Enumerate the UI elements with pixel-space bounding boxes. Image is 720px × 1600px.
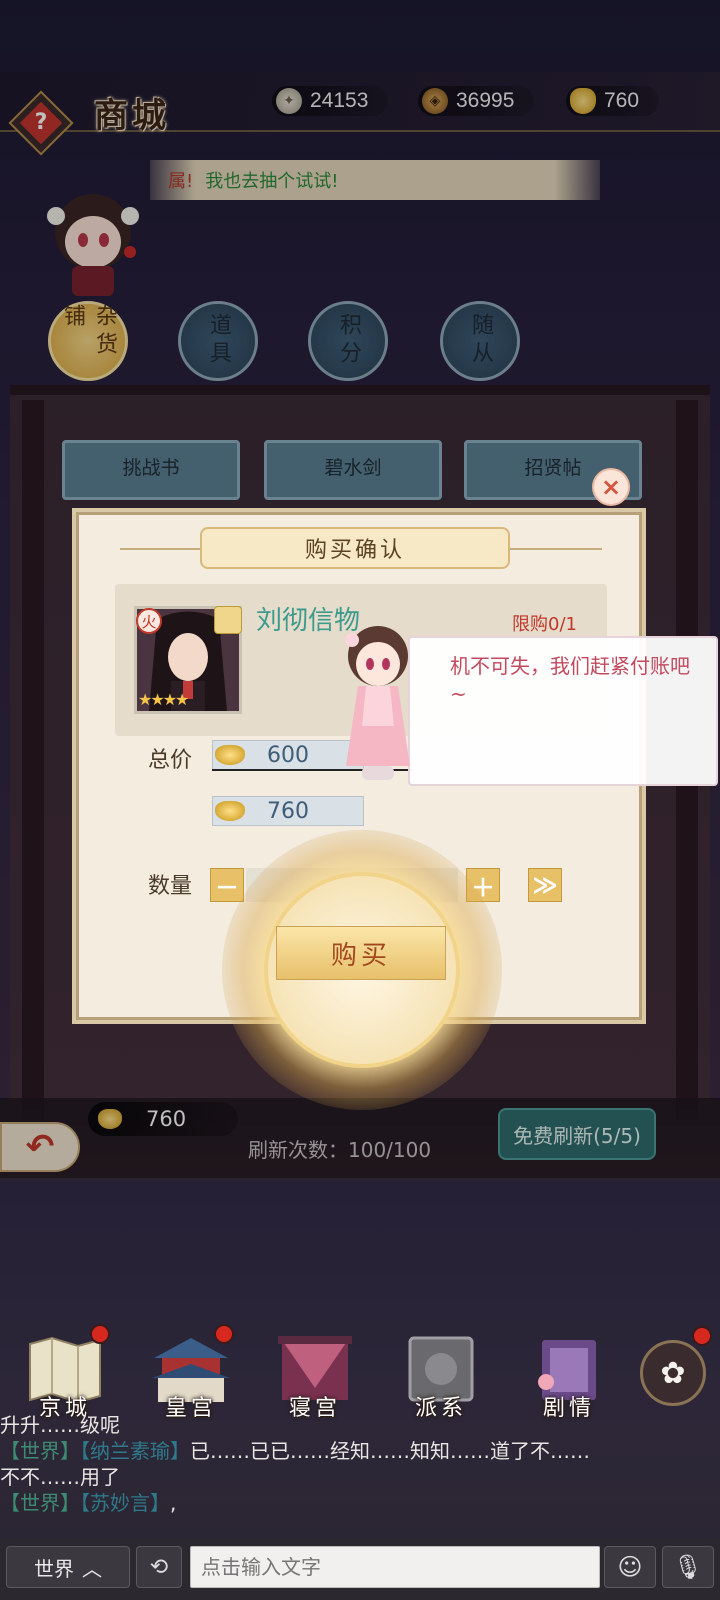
chat-line: 【世界】【苏妙言】, (0, 1490, 720, 1516)
current-price: 760 (212, 796, 364, 826)
purchase-limit: 限购0/1 (512, 614, 577, 635)
current-price-value: 760 (267, 798, 309, 824)
history-button[interactable]: ⟲ (136, 1546, 182, 1588)
microphone-icon: 🎙 (672, 1553, 704, 1581)
chat-message: 不不……用了 (0, 1465, 120, 1489)
close-button[interactable]: × (592, 468, 630, 506)
flower-menu-button[interactable]: ✿ (640, 1340, 706, 1406)
chat-log: 升升……级呢 【世界】【纳兰素瑜】已……已已……经知……知知……道了不…… 不不… (0, 1412, 720, 1534)
nav-faction[interactable]: 派系 (386, 1326, 496, 1422)
chat-line: 不不……用了 (0, 1464, 720, 1490)
quantity-label: 数量 (148, 874, 193, 899)
original-price-value: 600 (267, 742, 309, 768)
title-divider (506, 548, 602, 550)
speech-text: 机不可失，我们赶紧付账吧~ (450, 654, 690, 706)
chat-sender[interactable]: 【纳兰素瑜】 (80, 1439, 190, 1463)
max-quantity-button[interactable]: ≫ (528, 868, 562, 902)
emoji-icon: ☺ (617, 1553, 643, 1581)
title-divider (120, 548, 204, 550)
dialog-title: 购买确认 (200, 527, 510, 569)
puzzle-piece-icon (214, 606, 242, 634)
chat-line: 升升……级呢 (0, 1412, 720, 1438)
chat-line: 【世界】【纳兰素瑜】已……已已……经知……知知……道了不…… (0, 1438, 720, 1464)
buy-button[interactable]: 购买 (276, 926, 446, 980)
element-badge: 火 (136, 608, 162, 634)
channel-label: 世界 (34, 1556, 74, 1581)
star-rating: ★★★★ (138, 690, 189, 709)
gold-ingot-icon (215, 745, 245, 765)
guide-mascot (345, 626, 410, 780)
total-price-label: 总价 (148, 748, 193, 773)
channel-selector[interactable]: 世界 ︿ (6, 1546, 130, 1588)
chat-message: 升升……级呢 (0, 1413, 120, 1437)
flower-icon: ✿ (660, 1355, 686, 1391)
chat-message: 已……已已……经知……知知……道了不…… (190, 1439, 590, 1463)
voice-button[interactable]: 🎙 (662, 1546, 714, 1588)
notification-dot (692, 1326, 712, 1346)
chat-message: , (170, 1491, 177, 1515)
chat-channel-tag: 【世界】 (0, 1491, 80, 1515)
nav-story[interactable]: 剧情 (514, 1326, 624, 1422)
emoji-button[interactable]: ☺ (604, 1546, 656, 1588)
chevron-up-icon: ︿ (82, 1556, 102, 1581)
gold-ingot-icon (215, 801, 245, 821)
notification-dot (214, 1324, 234, 1344)
close-icon: × (600, 473, 622, 501)
notification-dot (90, 1324, 110, 1344)
chat-sender[interactable]: 【苏妙言】 (80, 1491, 170, 1515)
chat-channel-tag: 【世界】 (0, 1439, 80, 1463)
speech-bubble: 机不可失，我们赶紧付账吧~ (408, 636, 718, 786)
decrease-button[interactable]: － (210, 868, 244, 902)
chat-input[interactable] (190, 1546, 600, 1588)
history-icon: ⟲ (149, 1554, 169, 1580)
nav-chamber[interactable]: 寝宫 (260, 1326, 370, 1422)
